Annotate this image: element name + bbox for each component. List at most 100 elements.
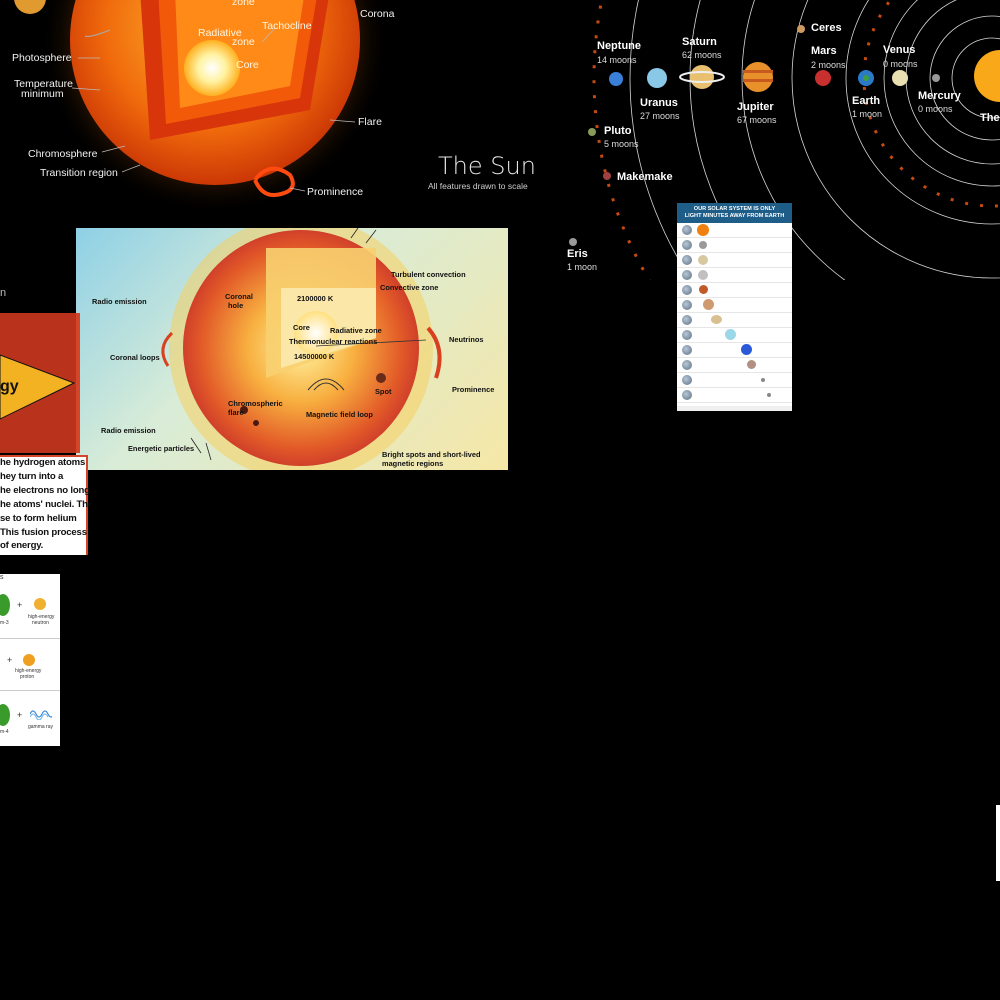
infographic-footer — [677, 406, 792, 411]
label-ceres: Ceres — [811, 22, 842, 34]
label-magnetic-field-loop: Magnetic field loop — [306, 410, 373, 419]
label-temp-14500000: 14500000 K — [294, 352, 335, 361]
mars-icon — [699, 285, 708, 294]
moons-pluto: 5 moons — [604, 139, 639, 149]
label-coronal-hole-2: hole — [228, 301, 244, 310]
probe-icon — [761, 378, 765, 382]
label-convective-zone: Convective zone — [380, 283, 439, 292]
fusion-reactions-panel: s m-3 + high-energy neutron + high-energ… — [0, 574, 60, 746]
label-tachocline: Tachocline — [262, 20, 312, 32]
reaction-product-label: m-4 — [0, 729, 9, 735]
description-line: he electrons no longer — [0, 485, 90, 496]
label-temp-2100000: 2100000 K — [297, 294, 334, 303]
infographic-row — [677, 253, 792, 268]
sun-cutaway-diagram: zone Corona Tachocline Radiative zone Co… — [0, 0, 540, 210]
moons-saturn: 62 moons — [682, 50, 722, 60]
venus-icon — [698, 255, 708, 265]
label-spot: Spot — [375, 387, 392, 396]
moons-mars: 2 moons — [811, 60, 846, 70]
moons-uranus: 27 moons — [640, 111, 680, 121]
energy-description: he hydrogen atoms hey turn into a he ele… — [0, 455, 90, 555]
label-radio-emission-2: Radio emission — [101, 426, 156, 435]
moon-icon — [698, 270, 708, 280]
infographic-row — [677, 223, 792, 238]
energy-banner-graphic — [0, 313, 80, 453]
infographic-row — [677, 268, 792, 283]
neutron-icon — [34, 598, 46, 610]
saturn-icon — [711, 315, 722, 324]
moons-jupiter: 67 moons — [737, 115, 777, 125]
label-neptune: Neptune — [597, 40, 641, 52]
label-transition-region: Transition region — [40, 167, 118, 179]
earth-icon — [682, 270, 692, 280]
label-photosphere: Photosphere — [12, 52, 72, 64]
label-thermonuclear: Thermonuclear reactions — [289, 337, 378, 346]
label-chromospheric-2: flare — [228, 408, 244, 417]
label-energetic-particles: Energetic particles — [128, 444, 195, 453]
label-prominence: Prominence — [452, 385, 495, 394]
label-eris: Eris — [567, 248, 588, 260]
divider — [0, 690, 60, 691]
infographic-row — [677, 358, 792, 373]
reaction-particle-label: proton — [20, 674, 35, 680]
helium-3-icon — [0, 594, 10, 616]
reaction-particle-label: neutron — [32, 620, 49, 626]
earth-icon — [682, 375, 692, 385]
label-uranus: Uranus — [640, 97, 678, 109]
infographic-row — [677, 238, 792, 253]
label-pluto: Pluto — [604, 125, 632, 137]
infographic-row — [677, 298, 792, 313]
label-earth: Earth — [852, 95, 881, 107]
label-makemake: Makemake — [617, 171, 673, 183]
label-mars: Mars — [811, 45, 837, 57]
sun-structure-diagram: Turbulent convection Convective zone Rad… — [76, 228, 508, 470]
label-core: Core — [293, 323, 310, 332]
infographic-header-line-1: OUR SOLAR SYSTEM IS ONLY — [693, 206, 776, 212]
mercury-icon — [699, 241, 707, 249]
sun-icon — [697, 224, 709, 236]
sun-title: The Sun — [438, 152, 536, 180]
earth-icon — [682, 225, 692, 235]
description-line: hey turn into a — [0, 471, 64, 482]
uranus-icon — [725, 329, 736, 340]
earth-icon — [682, 345, 692, 355]
earth-icon — [682, 360, 692, 370]
reaction-product-label: m-3 — [0, 620, 9, 626]
earth-icon — [682, 255, 692, 265]
neptune-icon — [741, 344, 752, 355]
moons-eris: 1 moon — [567, 262, 598, 272]
earth-icon — [682, 390, 692, 400]
infographic-header: OUR SOLAR SYSTEM IS ONLY LIGHT MINUTES A… — [677, 203, 792, 223]
earth-icon — [682, 330, 692, 340]
moons-mercury: 0 moons — [918, 104, 953, 114]
earth-icon — [682, 300, 692, 310]
label-temp-min-2: minimum — [21, 88, 64, 100]
plus-sign: + — [17, 710, 23, 720]
label-saturn: Saturn — [682, 36, 717, 48]
description-line: he atoms' nuclei. The — [0, 499, 90, 510]
infographic-row — [677, 283, 792, 298]
reaction-particle-label: gamma ray — [28, 724, 54, 730]
cropped-panel-edge — [996, 805, 1000, 881]
fusion-energy-panel: n gy he hydrogen atoms hey turn into a h… — [0, 283, 90, 555]
light-minutes-infographic: OUR SOLAR SYSTEM IS ONLY LIGHT MINUTES A… — [677, 203, 792, 411]
label-flare: Flare — [358, 116, 382, 128]
infographic-row — [677, 328, 792, 343]
label-bright-spots-1: Bright spots and short-lived — [382, 450, 481, 459]
label-corona: Corona — [360, 8, 395, 20]
jupiter-icon — [703, 299, 714, 310]
description-line: se to form helium — [0, 513, 77, 524]
gamma-ray-icon — [30, 710, 52, 720]
label-mercury: Mercury — [918, 90, 961, 102]
earth-icon — [682, 240, 692, 250]
pluto-icon — [747, 360, 756, 369]
label-chromosphere: Chromosphere — [28, 148, 98, 160]
infographic-row — [677, 343, 792, 358]
helium-4-icon — [0, 704, 10, 726]
label-coronal-loops: Coronal loops — [110, 353, 160, 362]
infographic-header-line-2: LIGHT MINUTES AWAY FROM EARTH — [684, 213, 785, 219]
probe-icon — [767, 393, 771, 397]
label-radio-emission-1: Radio emission — [92, 297, 147, 306]
plus-sign: + — [17, 600, 23, 610]
description-line: This fusion process — [0, 527, 87, 538]
